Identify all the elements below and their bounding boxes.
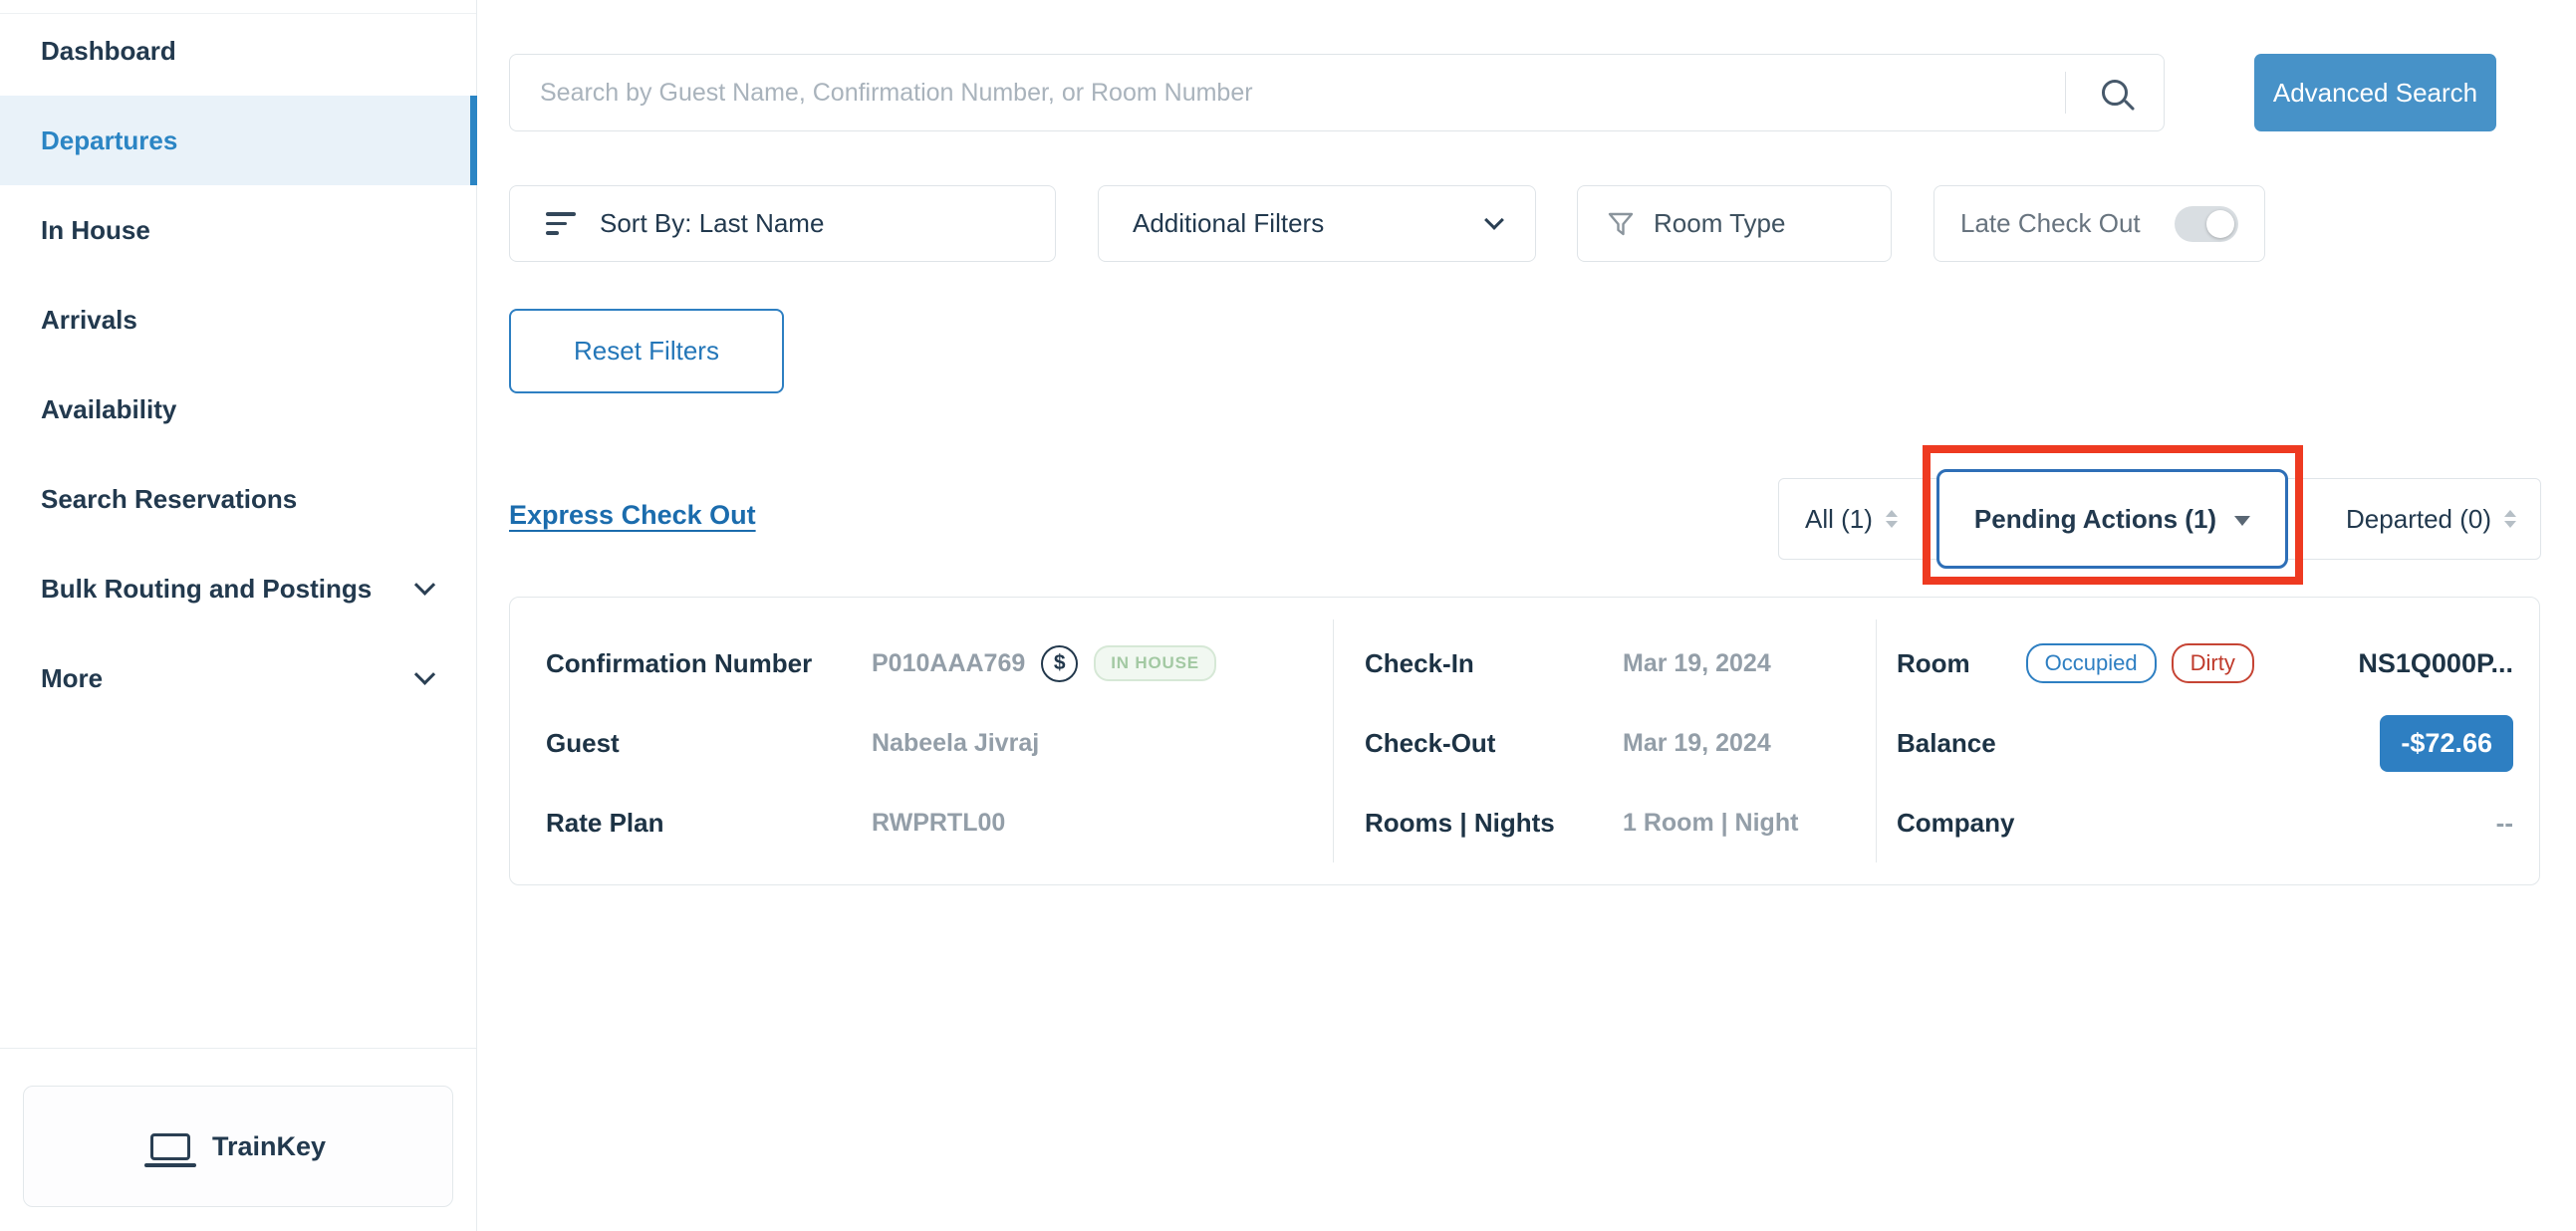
chevron-down-icon (1484, 210, 1504, 230)
room-number-value: NS1Q000P... (2358, 648, 2513, 679)
rooms-nights-row: Rooms | Nights 1 Room | Night (1365, 783, 1853, 862)
confirmation-value-group: P010AAA769 $ IN HOUSE (872, 645, 1216, 682)
sidebar-item-label: Availability (41, 394, 176, 425)
card-dates-column: Check-In Mar 19, 2024 Check-Out Mar 19, … (1365, 623, 1853, 862)
sidebar: Dashboard Departures In House Arrivals A… (0, 0, 477, 1231)
room-type-label: Room Type (1654, 208, 1785, 239)
confirmation-value: P010AAA769 (872, 649, 1025, 678)
sort-lines-icon (546, 212, 576, 235)
late-check-out-label: Late Check Out (1960, 208, 2141, 239)
search-bar (509, 54, 2165, 131)
dirty-badge: Dirty (2172, 643, 2254, 683)
search-icon (2102, 80, 2128, 106)
rooms-nights-label: Rooms | Nights (1365, 808, 1623, 839)
search-submit[interactable] (2066, 55, 2164, 130)
sidebar-item-dashboard[interactable]: Dashboard (0, 6, 476, 96)
sidebar-item-departures[interactable]: Departures (0, 96, 476, 185)
sidebar-item-label: Search Reservations (41, 484, 297, 515)
trainkey-button[interactable]: TrainKey (23, 1086, 453, 1207)
sidebar-item-search-reservations[interactable]: Search Reservations (0, 454, 476, 544)
card-divider (1333, 619, 1334, 862)
up-down-carets-icon (1886, 510, 1898, 528)
tab-departed[interactable]: Departed (0) (2346, 479, 2516, 559)
room-label: Room (1897, 648, 1970, 679)
check-in-row: Check-In Mar 19, 2024 (1365, 623, 1853, 703)
sidebar-item-bulk-routing[interactable]: Bulk Routing and Postings (0, 544, 476, 633)
sort-by-button[interactable]: Sort By: Last Name (509, 185, 1056, 262)
late-check-out-filter: Late Check Out (1933, 185, 2265, 262)
caret-down-icon (2234, 516, 2250, 526)
rate-plan-row: Rate Plan RWPRTL00 (546, 783, 1313, 862)
sidebar-item-arrivals[interactable]: Arrivals (0, 275, 476, 365)
company-label: Company (1897, 808, 2014, 839)
sidebar-item-label: Arrivals (41, 305, 137, 336)
company-row: Company -- (1897, 783, 2513, 862)
express-check-out-link[interactable]: Express Check Out (509, 500, 756, 531)
sidebar-item-label: Bulk Routing and Postings (41, 574, 372, 605)
check-out-label: Check-Out (1365, 728, 1623, 759)
sidebar-item-more[interactable]: More (0, 633, 476, 723)
funnel-icon (1608, 211, 1634, 237)
tab-pending-actions-label: Pending Actions (1) (1974, 504, 2216, 535)
room-row: Room Occupied Dirty NS1Q000P... (1897, 623, 2513, 703)
room-type-button[interactable]: Room Type (1577, 185, 1892, 262)
tab-departed-label: Departed (0) (2346, 504, 2491, 535)
in-house-badge: IN HOUSE (1094, 645, 1216, 681)
sidebar-nav-list: Dashboard Departures In House Arrivals A… (0, 6, 476, 723)
sort-by-label: Sort By: Last Name (600, 208, 824, 239)
card-room-column: Room Occupied Dirty NS1Q000P... Balance … (1897, 623, 2513, 862)
toggle-knob (2206, 210, 2234, 238)
balance-chip: -$72.66 (2380, 715, 2513, 772)
reservation-card[interactable]: Confirmation Number P010AAA769 $ IN HOUS… (509, 597, 2540, 885)
rate-plan-label: Rate Plan (546, 808, 872, 839)
status-tabs-bar: All (1) Pending Actions (1) Departed (0) (1778, 478, 2541, 560)
balance-row: Balance -$72.66 (1897, 703, 2513, 783)
chevron-down-icon (414, 574, 435, 595)
rate-plan-value: RWPRTL00 (872, 809, 1005, 838)
check-out-row: Check-Out Mar 19, 2024 (1365, 703, 1853, 783)
trainkey-label: TrainKey (212, 1131, 326, 1162)
search-input[interactable] (510, 79, 2065, 108)
confirmation-label: Confirmation Number (546, 648, 872, 679)
reset-filters-button[interactable]: Reset Filters (509, 309, 784, 393)
confirmation-row: Confirmation Number P010AAA769 $ IN HOUS… (546, 623, 1313, 703)
check-in-label: Check-In (1365, 648, 1623, 679)
dollar-circle-icon[interactable]: $ (1041, 645, 1078, 682)
tab-all[interactable]: All (1) (1805, 479, 1898, 559)
card-guest-column: Confirmation Number P010AAA769 $ IN HOUS… (546, 623, 1313, 862)
tab-all-label: All (1) (1805, 504, 1873, 535)
sidebar-bottom-divider (0, 1048, 476, 1049)
additional-filters-dropdown[interactable]: Additional Filters (1098, 185, 1536, 262)
additional-filters-label: Additional Filters (1133, 208, 1324, 239)
advanced-search-button[interactable]: Advanced Search (2254, 54, 2496, 131)
chevron-down-icon (414, 663, 435, 684)
sidebar-item-in-house[interactable]: In House (0, 185, 476, 275)
late-check-out-toggle[interactable] (2175, 206, 2238, 242)
rooms-nights-value: 1 Room | Night (1623, 809, 1798, 838)
company-value: -- (2496, 808, 2513, 839)
sidebar-item-availability[interactable]: Availability (0, 365, 476, 454)
card-divider (1876, 619, 1877, 862)
guest-label: Guest (546, 728, 872, 759)
tab-pending-actions[interactable]: Pending Actions (1) (1936, 469, 2288, 569)
sidebar-item-label: In House (41, 215, 150, 246)
up-down-carets-icon (2504, 510, 2516, 528)
laptop-icon (150, 1133, 190, 1160)
balance-label: Balance (1897, 728, 1996, 759)
room-status-badges: Occupied Dirty (2026, 643, 2254, 683)
sidebar-item-label: More (41, 663, 103, 694)
sidebar-item-label: Dashboard (41, 36, 176, 67)
occupied-badge: Occupied (2026, 643, 2157, 683)
check-out-value: Mar 19, 2024 (1623, 729, 1771, 758)
guest-value: Nabeela Jivraj (872, 729, 1039, 758)
sidebar-item-label: Departures (41, 125, 177, 156)
check-in-value: Mar 19, 2024 (1623, 649, 1771, 678)
guest-row: Guest Nabeela Jivraj (546, 703, 1313, 783)
